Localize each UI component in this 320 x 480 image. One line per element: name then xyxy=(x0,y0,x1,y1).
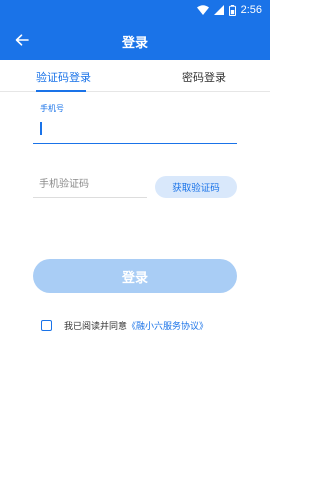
agreement-row: 我已阅读并同意 《融小六服务协议》 xyxy=(41,318,208,332)
phone-field-label: 手机号 xyxy=(40,104,64,113)
signal-icon xyxy=(213,5,224,15)
agreement-checkbox[interactable] xyxy=(41,319,52,331)
code-input-placeholder: 手机验证码 xyxy=(39,179,89,190)
agreement-text: 我已阅读并同意 xyxy=(64,321,128,332)
login-tabs: 验证码登录 密码登录 xyxy=(0,60,270,92)
page-title: 登录 xyxy=(121,36,148,51)
phone-input[interactable] xyxy=(33,114,237,144)
login-button[interactable]: 登录 xyxy=(33,259,237,293)
status-time: 2:56 xyxy=(240,4,262,16)
status-bar: 2:56 xyxy=(0,0,270,20)
battery-icon xyxy=(228,4,236,16)
tab-password-login[interactable]: 密码登录 xyxy=(182,69,226,85)
wifi-icon xyxy=(196,5,209,15)
agreement-link[interactable]: 《融小六服务协议》 xyxy=(127,319,208,332)
text-caret xyxy=(40,122,42,135)
tab-sms-login[interactable]: 验证码登录 xyxy=(36,69,91,85)
tab-active-indicator xyxy=(36,90,86,92)
app-bar: 登录 xyxy=(0,20,270,60)
code-input[interactable]: 手机验证码 xyxy=(33,166,147,198)
get-code-button[interactable]: 获取验证码 xyxy=(155,176,237,198)
